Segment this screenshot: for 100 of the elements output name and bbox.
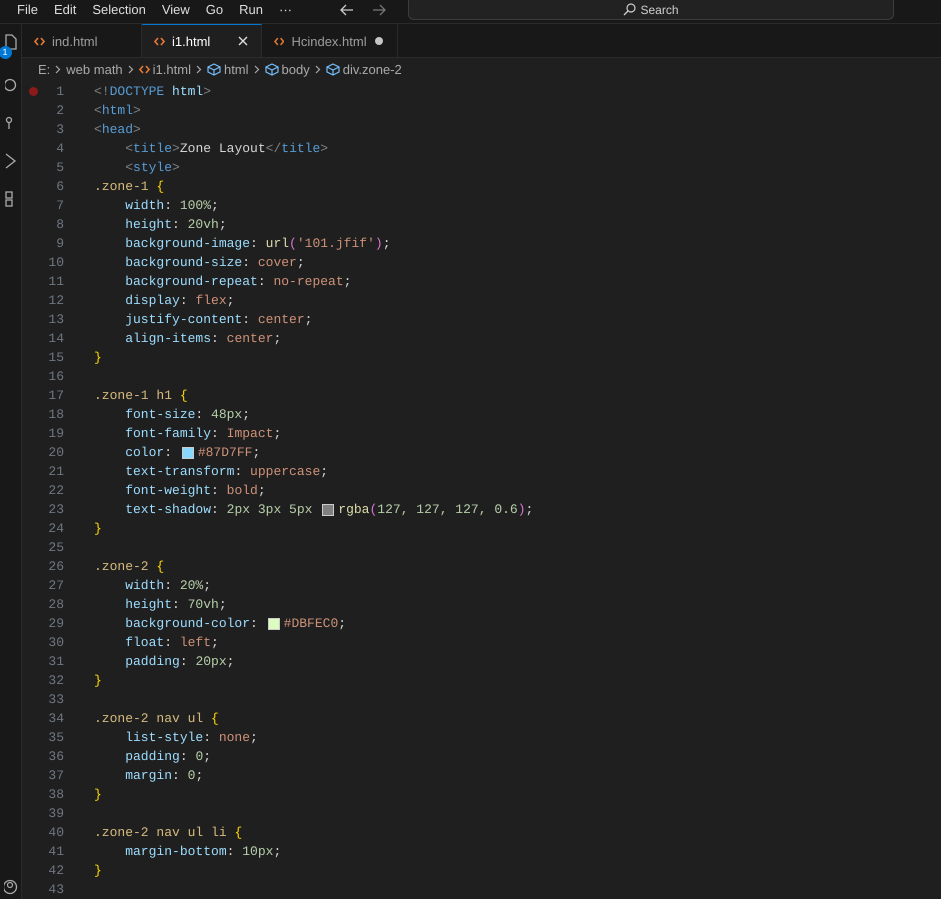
code-text: margin: 0; [124, 768, 204, 783]
html-file-icon [154, 36, 165, 46]
breadcrumb-item[interactable]: i1.html [138, 62, 191, 76]
code-text: .zone-2 nav ul { [94, 711, 219, 726]
line-number: 36 [47, 749, 64, 764]
unsaved-dot-icon [375, 37, 384, 45]
line-number: 32 [47, 673, 64, 688]
menu-item[interactable]: Edit [46, 2, 84, 18]
code-text: } [94, 350, 102, 365]
code-text: height: 20vh; [124, 217, 227, 232]
code-text: justify-content: center; [124, 312, 312, 327]
code-text: .zone-1 { [94, 179, 164, 194]
code-text: background-color: [124, 616, 259, 631]
line-number: 21 [47, 464, 64, 479]
editor-tab[interactable]: i1.html [142, 24, 262, 57]
close-icon[interactable] [238, 36, 248, 46]
line-number: 4 [55, 141, 64, 156]
code-text: align-items: center; [124, 331, 282, 346]
line-number: 23 [47, 502, 64, 517]
line-number: 18 [47, 407, 64, 422]
menu-item[interactable]: Go [198, 2, 232, 18]
line-number: 3 [55, 122, 64, 137]
code-text: #87D7FF; [198, 445, 260, 460]
code-text: background-repeat: no-repeat; [124, 274, 352, 289]
cube-icon [326, 62, 340, 76]
code-text: .zone-2 nav ul li { [94, 825, 242, 840]
line-number: 19 [47, 426, 64, 441]
code-text: text-shadow: 2px 3px 5px [124, 502, 314, 517]
breadcrumb-item[interactable]: E: [38, 62, 50, 76]
search-field[interactable]: Search [408, 0, 894, 20]
line-number: 27 [47, 578, 64, 593]
code-text: width: 100%; [124, 198, 219, 213]
line-number: 24 [47, 521, 64, 536]
code-text: } [94, 673, 102, 688]
code-text: font-size: 48px; [124, 407, 250, 422]
editor-tab[interactable]: Hcindex.html [262, 24, 398, 57]
code-text: margin-bottom: 10px; [124, 844, 282, 859]
line-number: 9 [55, 236, 64, 251]
html-file-icon [34, 36, 45, 46]
line-number: 42 [47, 863, 64, 878]
notification-badge: 1 [0, 46, 12, 59]
menu-item[interactable]: View [154, 2, 198, 18]
code-text: float: left; [124, 635, 219, 650]
code-text: list-style: none; [124, 730, 258, 745]
code-text: <style> [124, 160, 180, 175]
code-text: <!DOCTYPE html> [94, 84, 212, 99]
code-text: .zone-2 { [94, 559, 164, 574]
html-file-icon [274, 36, 284, 46]
menu-item[interactable]: File [9, 2, 46, 18]
line-number: 14 [47, 331, 64, 346]
line-number: 28 [47, 597, 64, 612]
line-number: 38 [47, 787, 64, 802]
line-number: 33 [47, 692, 64, 707]
code-text: text-transform: uppercase; [124, 464, 328, 479]
code-text: } [94, 521, 102, 536]
code-text: display: flex; [124, 293, 234, 308]
forward-arrow-icon[interactable] [372, 4, 386, 16]
chevron-icon [128, 64, 134, 74]
breadcrumb-item[interactable]: body [264, 62, 310, 76]
line-number: 16 [47, 369, 64, 384]
account-icon[interactable] [4, 879, 18, 895]
line-number: 39 [47, 806, 64, 821]
code-text: .zone-1 h1 { [94, 388, 188, 403]
back-arrow-icon[interactable] [340, 4, 354, 16]
code-text: } [94, 787, 102, 802]
chevron-icon [55, 64, 62, 74]
files-icon[interactable] [4, 34, 16, 50]
line-number: 40 [47, 825, 64, 840]
line-number: 12 [47, 293, 64, 308]
line-number: 31 [47, 654, 64, 669]
run-icon[interactable] [4, 153, 16, 169]
code-text: padding: 20px; [124, 654, 234, 669]
line-number: 34 [47, 711, 64, 726]
line-number: 6 [55, 179, 64, 194]
html-file-icon [138, 64, 150, 74]
chevron-icon [196, 64, 202, 74]
breadcrumb-item[interactable]: web math [66, 62, 123, 76]
line-number: 25 [47, 540, 64, 555]
code-text: <head> [94, 122, 141, 137]
code-text: <html> [94, 103, 141, 118]
code-text: padding: 0; [124, 749, 212, 764]
line-number: 17 [47, 388, 64, 403]
line-number: 15 [47, 350, 64, 365]
breadcrumb-item[interactable]: html [206, 62, 249, 76]
line-number: 11 [47, 274, 64, 289]
line-number: 35 [47, 730, 64, 745]
menu-item[interactable]: Selection [84, 2, 154, 18]
line-number: 7 [55, 198, 64, 213]
line-number: 5 [55, 160, 64, 175]
line-number: 13 [47, 312, 64, 327]
breadcrumb-item[interactable]: div.zone-2 [326, 62, 402, 76]
menu-item[interactable]: Run [231, 2, 271, 18]
line-number: 8 [55, 217, 64, 232]
line-number: 1 [55, 84, 64, 99]
more-menu[interactable]: ··· [271, 2, 300, 18]
code-text: rgba(127, 127, 127, 0.6); [338, 502, 534, 517]
chevron-icon [254, 64, 260, 74]
line-number: 29 [47, 616, 64, 631]
line-number: 37 [47, 768, 64, 783]
code-text: font-weight: bold; [124, 483, 266, 498]
